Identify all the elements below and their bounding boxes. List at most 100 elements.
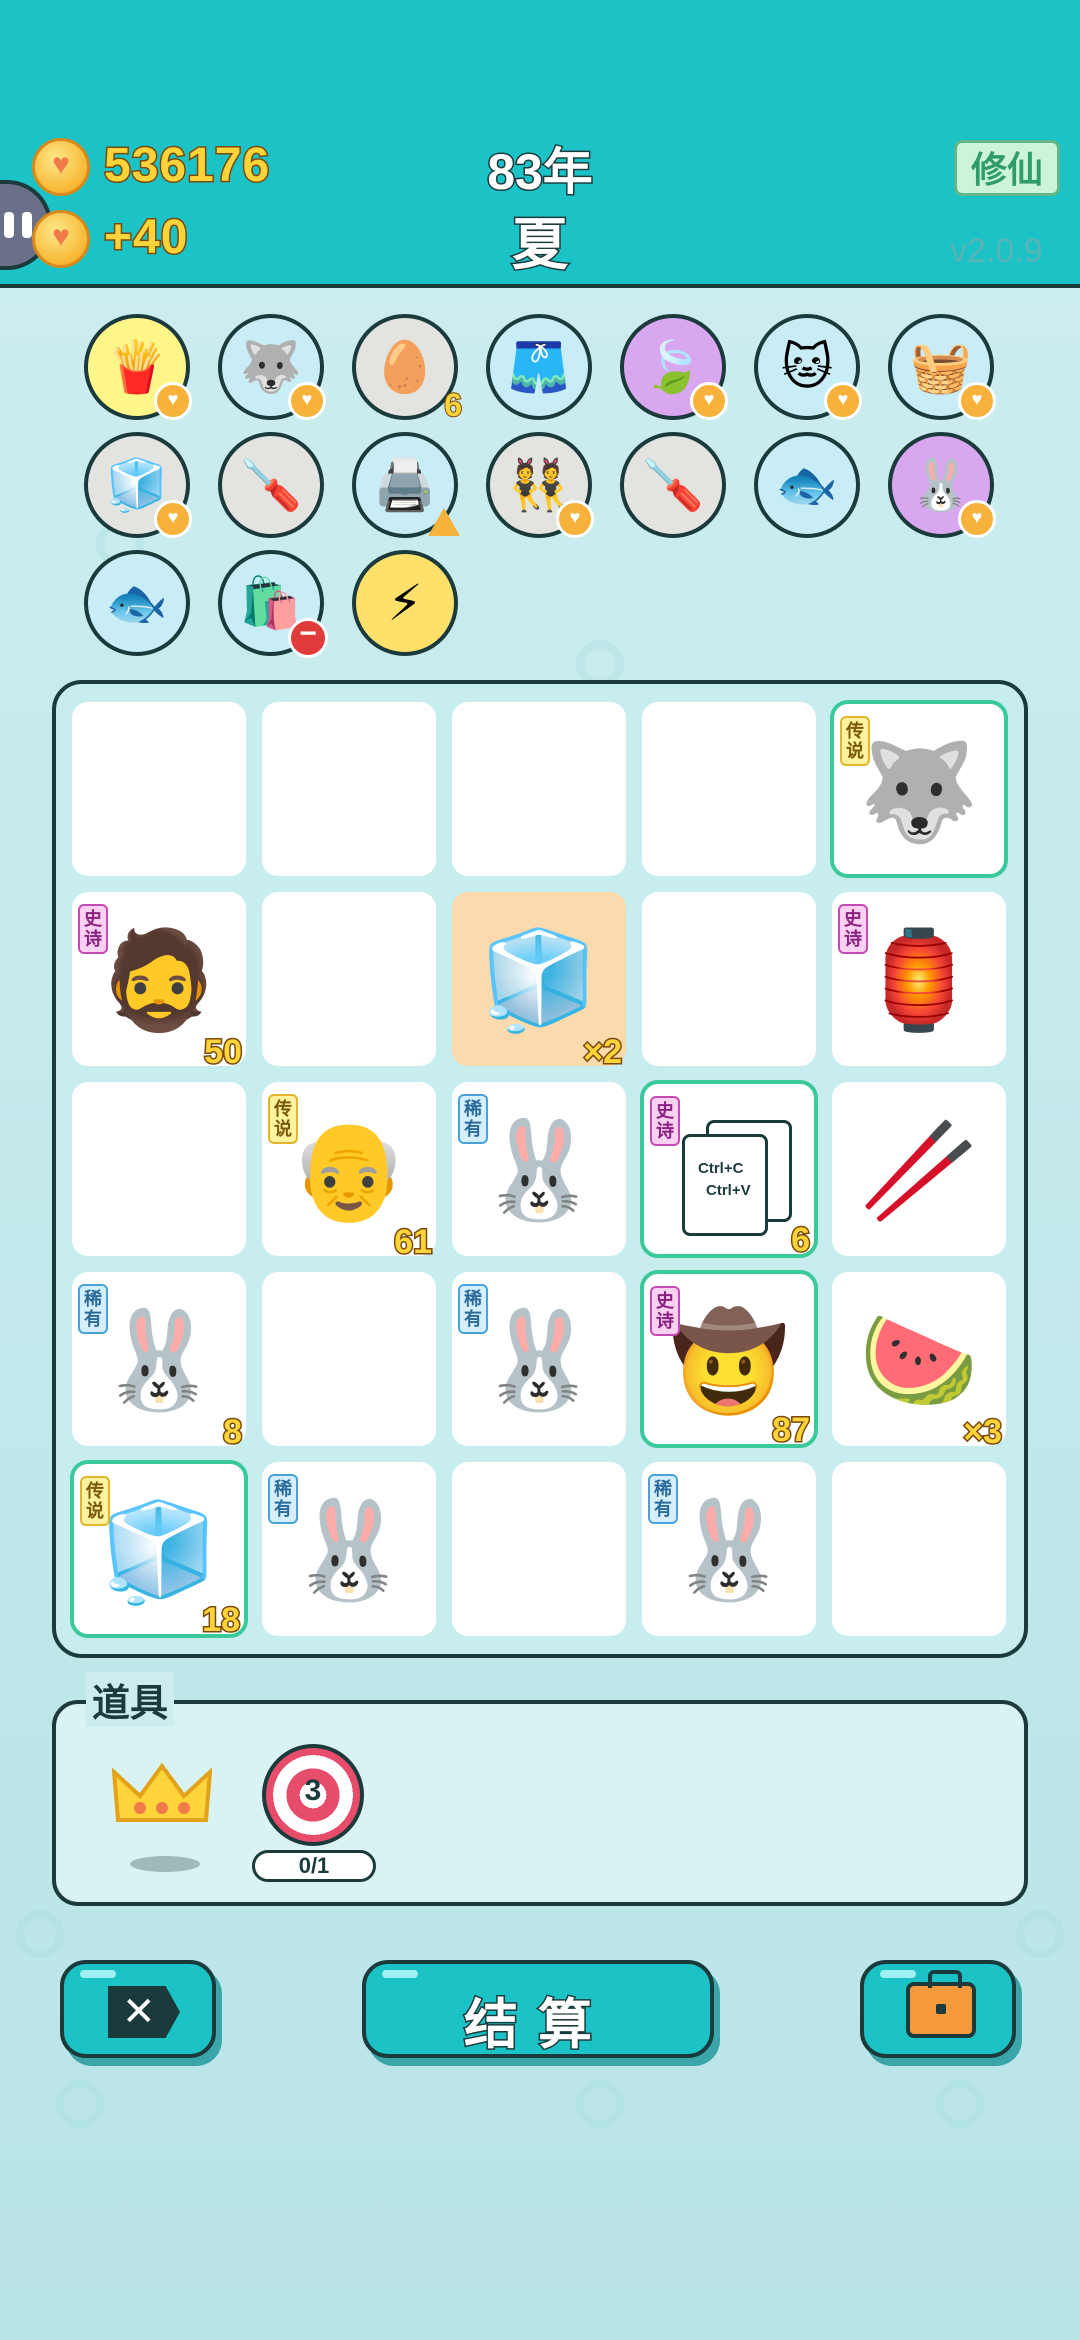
heart-badge-icon: ♥ bbox=[288, 382, 326, 420]
rarity-tag: 史诗 bbox=[650, 1096, 680, 1146]
board-cell-rabbit[interactable]: 🐰 稀有 8 bbox=[72, 1272, 246, 1453]
board-cell-rabbit[interactable]: 🐰 稀有 bbox=[262, 1462, 436, 1636]
rarity-tag: 稀有 bbox=[648, 1474, 678, 1524]
version-label: v2.0.9 bbox=[950, 232, 1043, 270]
heart-badge-icon: ♥ bbox=[824, 382, 862, 420]
sugar-cubes-icon[interactable]: 🧊 ♥ bbox=[84, 432, 192, 538]
item-count: 6 bbox=[443, 386, 463, 424]
cell-count: ×2 bbox=[582, 1032, 624, 1073]
watermelon-icon: 🍉 bbox=[859, 1307, 979, 1414]
fish-bowl-icon[interactable]: 🐟 bbox=[84, 550, 190, 656]
remove-icon: − bbox=[288, 618, 328, 658]
fries-icon[interactable]: 🍟 ♥ bbox=[84, 314, 192, 420]
close-button[interactable]: ✕ bbox=[60, 1960, 216, 2058]
rarity-tag: 稀有 bbox=[78, 1284, 108, 1334]
board-cell-empty[interactable] bbox=[642, 702, 816, 876]
cell-count: 87 bbox=[771, 1410, 812, 1451]
rarity-tag: 传说 bbox=[840, 716, 870, 766]
rarity-tag: 稀有 bbox=[458, 1094, 488, 1144]
printer-icon[interactable]: 🖨️ bbox=[352, 432, 460, 538]
rarity-tag: 传说 bbox=[80, 1476, 110, 1526]
board-cell-straw[interactable]: 🥢 bbox=[832, 1082, 1006, 1256]
cell-count: 61 bbox=[393, 1222, 434, 1263]
cell-count: ×3 bbox=[962, 1412, 1004, 1453]
copy-paste-icon: Ctrl+C Ctrl+V bbox=[682, 1120, 792, 1236]
screwdriver-icon[interactable]: 🪛 bbox=[218, 432, 324, 538]
coin-icon bbox=[32, 138, 90, 196]
cell-count: 50 bbox=[203, 1032, 244, 1073]
coin-total: 536176 bbox=[102, 138, 271, 194]
crown-shadow bbox=[130, 1856, 200, 1872]
rarity-tag: 稀有 bbox=[458, 1284, 488, 1334]
board-cell-empty[interactable] bbox=[262, 892, 436, 1066]
fish-bowl-icon[interactable]: 🐟 bbox=[754, 432, 860, 538]
board-cell-empty[interactable] bbox=[642, 892, 816, 1066]
coin-income-icon bbox=[32, 210, 90, 268]
heart-badge-icon: ♥ bbox=[958, 382, 996, 420]
cat-icon[interactable]: 🐱 ♥ bbox=[754, 314, 862, 420]
board-cell-empty[interactable] bbox=[832, 1462, 1006, 1636]
target-progress: 0/1 bbox=[252, 1850, 376, 1882]
straw-icon: 🥢 bbox=[859, 1117, 979, 1224]
settle-label: 结算 bbox=[463, 1994, 612, 2057]
rarity-tag: 传说 bbox=[268, 1094, 298, 1144]
cell-count: 6 bbox=[790, 1220, 812, 1261]
heart-badge-icon: ♥ bbox=[690, 382, 728, 420]
settle-button[interactable]: 结算 bbox=[362, 1960, 714, 2058]
board-cell-old-man[interactable]: 👴 传说 61 bbox=[262, 1082, 436, 1263]
board-cell-fridge[interactable]: 🧊 ×2 bbox=[452, 892, 626, 1073]
board-cell-empty[interactable] bbox=[262, 702, 436, 876]
year-label: 83年 bbox=[486, 143, 595, 202]
heart-badge-icon: ♥ bbox=[556, 500, 594, 538]
xiuxian-button[interactable]: 修仙 bbox=[954, 140, 1060, 196]
coin-income: +40 bbox=[102, 210, 189, 266]
skirt-icon[interactable]: 🩳 bbox=[486, 314, 592, 420]
ctrl-v-text: Ctrl+V bbox=[706, 1182, 751, 1199]
board-cell-empty[interactable] bbox=[262, 1272, 436, 1446]
board-cell-cowboy[interactable]: 🤠 史诗 87 bbox=[640, 1270, 818, 1451]
cell-count: 8 bbox=[222, 1412, 244, 1453]
target-icon[interactable]: 3 bbox=[262, 1744, 364, 1846]
leaf-icon[interactable]: 🍃 ♥ bbox=[620, 314, 728, 420]
board-cell-watermelon[interactable]: 🍉 ×3 bbox=[832, 1272, 1006, 1453]
board-cell-bearded-man[interactable]: 🧔 史诗 50 bbox=[72, 892, 246, 1073]
top-bar: 536176 +40 83年 夏 修仙 v2.0.9 bbox=[0, 0, 1080, 288]
heart-badge-icon: ♥ bbox=[154, 382, 192, 420]
backpack-button[interactable] bbox=[860, 1960, 1016, 2058]
egg-tray-icon[interactable]: 🥚 6 bbox=[352, 314, 463, 424]
rarity-tag: 史诗 bbox=[78, 904, 108, 954]
crown-icon[interactable] bbox=[112, 1760, 212, 1830]
board-cell-empty[interactable] bbox=[452, 1462, 626, 1636]
screwdriver-icon[interactable]: 🪛 bbox=[620, 432, 726, 538]
rabbit-icon[interactable]: 🐰 ♥ bbox=[888, 432, 996, 538]
warning-icon bbox=[428, 508, 460, 536]
fruit-basket-icon[interactable]: 🧺 ♥ bbox=[888, 314, 996, 420]
board-cell-ctrl-c-v[interactable]: Ctrl+C Ctrl+V 史诗 6 bbox=[640, 1080, 818, 1261]
target-count: 3 bbox=[304, 1774, 322, 1807]
board-cell-rabbit-house[interactable]: 🏮 史诗 bbox=[832, 892, 1006, 1066]
props-title: 道具 bbox=[86, 1672, 175, 1727]
fridge-icon: 🧊 bbox=[479, 927, 599, 1034]
board-cell-rabbit[interactable]: 🐰 稀有 bbox=[452, 1272, 626, 1446]
board-cell-empty[interactable] bbox=[452, 702, 626, 876]
heart-badge-icon: ♥ bbox=[958, 500, 996, 538]
board-cell-rabbit[interactable]: 🐰 稀有 bbox=[452, 1082, 626, 1256]
board-cell-rabbit[interactable]: 🐰 稀有 bbox=[642, 1462, 816, 1636]
board-cell-fridge[interactable]: 🧊 传说 18 bbox=[70, 1460, 248, 1641]
rarity-tag: 史诗 bbox=[838, 904, 868, 954]
dancers-icon[interactable]: 👯 ♥ bbox=[486, 432, 594, 538]
ctrl-c-text: Ctrl+C bbox=[698, 1160, 744, 1177]
trash-bag-icon[interactable]: 🛍️ − bbox=[218, 550, 328, 658]
cell-count: 18 bbox=[201, 1600, 242, 1641]
close-icon: ✕ bbox=[108, 1986, 180, 2038]
rarity-tag: 史诗 bbox=[650, 1286, 680, 1336]
husky-dog-icon[interactable]: 🐺 ♥ bbox=[218, 314, 326, 420]
rarity-tag: 稀有 bbox=[268, 1474, 298, 1524]
heart-badge-icon: ♥ bbox=[154, 500, 192, 538]
season-label: 夏 bbox=[511, 212, 570, 278]
lightning-icon[interactable]: ⚡ bbox=[352, 550, 458, 656]
board-cell-husky-king[interactable]: 🐺 传说 bbox=[830, 700, 1008, 878]
board-cell-empty[interactable] bbox=[72, 702, 246, 876]
board-cell-empty[interactable] bbox=[72, 1082, 246, 1256]
briefcase-icon bbox=[906, 1970, 976, 2038]
